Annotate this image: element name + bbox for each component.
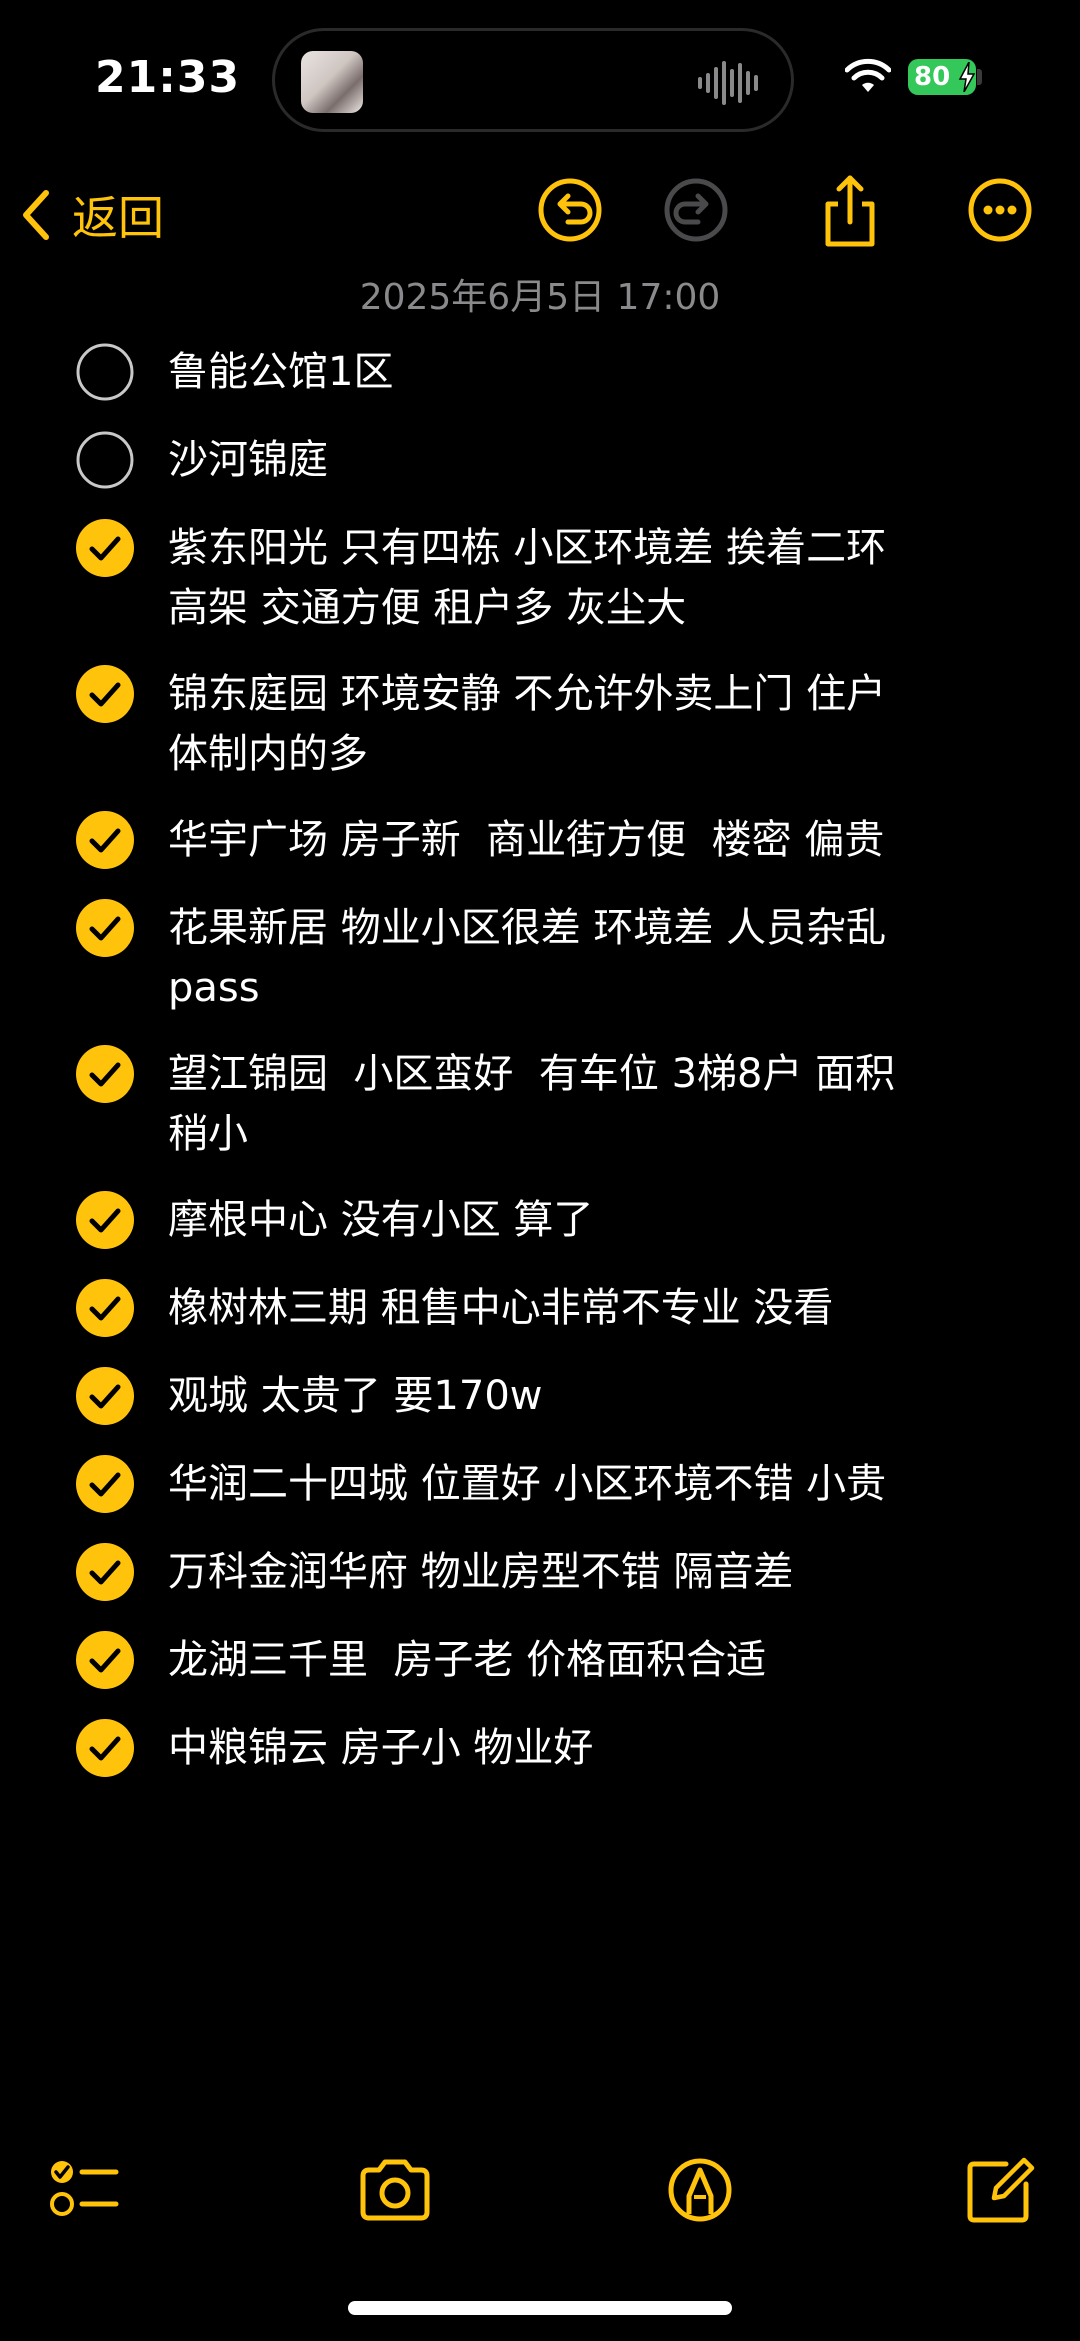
home-indicator[interactable] — [348, 2301, 732, 2315]
camera-icon[interactable] — [355, 2150, 435, 2230]
item-text[interactable]: 华润二十四城 位置好 小区环境不错 小贵 — [168, 1454, 1008, 1514]
item-text[interactable]: 中粮锦云 房子小 物业好 — [168, 1718, 1008, 1778]
item-text[interactable]: 摩根中心 没有小区 算了 — [168, 1190, 1008, 1250]
back-button[interactable]: 返回 — [20, 180, 164, 250]
checkmark-circle-icon[interactable] — [75, 518, 135, 578]
item-text[interactable]: 万科金润华府 物业房型不错 隔音差 — [168, 1542, 1008, 1602]
checkmark-circle-icon[interactable] — [75, 810, 135, 870]
item-text[interactable]: 紫东阳光 只有四栋 小区环境差 挨着二环 高架 交通方便 租户多 灰尘大 — [168, 518, 1008, 638]
status-bar: 21:33 80 — [0, 0, 1080, 160]
checkbox-unchecked-icon[interactable] — [75, 342, 135, 402]
now-playing-thumbnail — [301, 51, 363, 113]
redo-icon[interactable] — [656, 170, 736, 250]
navigation-bar: 返回 — [0, 160, 1080, 270]
compose-icon[interactable] — [960, 2150, 1040, 2230]
dynamic-island[interactable] — [272, 28, 794, 132]
markup-pen-icon[interactable] — [660, 2150, 740, 2230]
undo-icon[interactable] — [530, 170, 610, 250]
item-text[interactable]: 望江锦园 小区蛮好 有车位 3梯8户 面积 稍小 — [168, 1044, 1008, 1164]
wifi-icon — [845, 58, 891, 92]
chevron-left-icon — [23, 190, 49, 240]
battery-cap — [977, 69, 982, 85]
item-text[interactable]: 橡树林三期 租售中心非常不专业 没看 — [168, 1278, 1008, 1338]
audio-waveform-icon — [698, 61, 758, 105]
item-text[interactable]: 观城 太贵了 要170w — [168, 1366, 1008, 1426]
checkmark-circle-icon[interactable] — [75, 664, 135, 724]
back-label: 返回 — [72, 191, 164, 245]
item-text[interactable]: 沙河锦庭 — [168, 430, 1008, 490]
charging-bolt-icon — [958, 62, 976, 92]
checkmark-circle-icon[interactable] — [75, 1190, 135, 1250]
checkmark-circle-icon[interactable] — [75, 1278, 135, 1338]
checkmark-circle-icon[interactable] — [75, 1366, 135, 1426]
item-text[interactable]: 锦东庭园 环境安静 不允许外卖上门 住户 体制内的多 — [168, 664, 1008, 784]
checklist-icon[interactable] — [44, 2150, 124, 2230]
item-text[interactable]: 鲁能公馆1区 — [168, 342, 1008, 402]
note-date: 2025年6月5日 17:00 — [359, 277, 721, 318]
item-text[interactable]: 龙湖三千里 房子老 价格面积合适 — [168, 1630, 1008, 1690]
more-icon[interactable] — [960, 170, 1040, 250]
status-time: 21:33 — [95, 52, 241, 103]
share-icon[interactable] — [810, 170, 890, 250]
checkmark-circle-icon[interactable] — [75, 1044, 135, 1104]
item-text[interactable]: 花果新居 物业小区很差 环境差 人员杂乱 pass — [168, 898, 1008, 1018]
item-text[interactable]: 华宇广场 房子新 商业街方便 楼密 偏贵 — [168, 810, 1008, 870]
checkmark-circle-icon[interactable] — [75, 1454, 135, 1514]
checkmark-circle-icon[interactable] — [75, 1630, 135, 1690]
checkbox-unchecked-icon[interactable] — [75, 430, 135, 490]
checkmark-circle-icon[interactable] — [75, 1718, 135, 1778]
checkmark-circle-icon[interactable] — [75, 898, 135, 958]
checkmark-circle-icon[interactable] — [75, 1542, 135, 1602]
